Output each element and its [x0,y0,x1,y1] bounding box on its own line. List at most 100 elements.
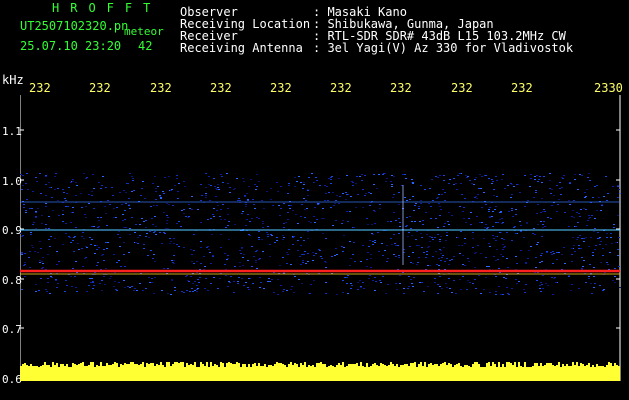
power-bar [612,366,614,381]
noise-speckle [338,203,340,204]
noise-speckle [492,181,494,182]
noise-speckle [62,214,64,215]
power-bar [176,362,178,381]
noise-speckle [220,209,222,210]
noise-speckle [550,193,552,194]
noise-speckle [588,173,590,174]
noise-speckle [439,241,441,242]
noise-speckle [532,233,534,234]
noise-speckle [189,291,191,292]
noise-speckle [609,252,611,253]
meteor-count: 42 [138,39,153,53]
power-bar [404,364,406,381]
noise-speckle [293,236,295,237]
noise-speckle [536,213,538,214]
power-bar [98,366,100,381]
noise-speckle [176,175,178,176]
noise-speckle [536,244,538,245]
power-bar [384,365,386,381]
noise-speckle [269,244,271,245]
noise-speckle [208,176,210,177]
noise-speckle [106,225,108,226]
noise-speckle [332,225,334,226]
power-bar [96,365,98,381]
noise-speckle [574,179,576,180]
power-bar [398,367,400,381]
noise-speckle [174,287,176,288]
noise-speckle [541,261,543,262]
noise-speckle [86,177,88,178]
noise-speckle [491,183,493,184]
power-bar [494,364,496,381]
time-tick-4: 232 [210,81,232,95]
noise-speckle [414,221,416,222]
power-bar [106,363,108,381]
noise-speckle [302,260,304,261]
power-bar [534,363,536,381]
noise-speckle [478,275,480,276]
power-bar [422,366,424,381]
noise-speckle [495,294,497,295]
power-bar [354,364,356,381]
power-bar [114,362,116,381]
noise-speckle [300,182,302,183]
noise-speckle [124,287,126,288]
noise-speckle [506,287,508,288]
noise-speckle [245,206,247,207]
noise-speckle [519,192,521,193]
noise-speckle [312,260,314,261]
noise-speckle [107,242,109,243]
power-bar [222,363,224,381]
noise-speckle [132,178,134,179]
noise-speckle [572,210,574,211]
power-bar [284,365,286,381]
noise-speckle [308,177,310,178]
noise-speckle [47,254,49,255]
noise-speckle [287,219,289,220]
noise-speckle [503,239,505,240]
noise-speckle [502,256,504,257]
noise-speckle [425,212,427,213]
noise-speckle [316,180,318,181]
noise-speckle [578,245,580,246]
power-bar [546,363,548,381]
noise-speckle [299,256,301,257]
noise-speckle [499,219,501,220]
noise-speckle [166,220,168,221]
noise-speckle [344,277,346,278]
power-bar [274,364,276,381]
noise-speckle [516,263,518,264]
noise-speckle [184,186,186,187]
noise-speckle [296,181,298,182]
noise-speckle [67,206,69,207]
noise-speckle [154,176,156,177]
noise-speckle [588,276,590,277]
noise-speckle [290,289,292,290]
noise-speckle [303,182,305,183]
power-bar [184,367,186,381]
noise-speckle [343,247,345,248]
noise-speckle [457,237,459,238]
noise-speckle [488,211,490,212]
noise-speckle [362,282,364,283]
power-bar [208,367,210,381]
power-bar [280,363,282,381]
noise-speckle [440,250,442,251]
noise-speckle [455,183,457,184]
noise-speckle [526,222,528,223]
noise-speckle [511,194,513,195]
power-bar [458,363,460,381]
noise-speckle [153,293,155,294]
noise-speckle [242,257,244,258]
power-bar [424,362,426,381]
noise-speckle [585,282,587,283]
noise-speckle [354,261,356,262]
noise-speckle [94,245,96,246]
noise-speckle [598,197,600,198]
noise-speckle [77,243,79,244]
noise-speckle [498,268,500,269]
noise-speckle [216,189,218,190]
noise-speckle [80,193,82,194]
power-bar [356,363,358,381]
noise-speckle [248,234,250,235]
